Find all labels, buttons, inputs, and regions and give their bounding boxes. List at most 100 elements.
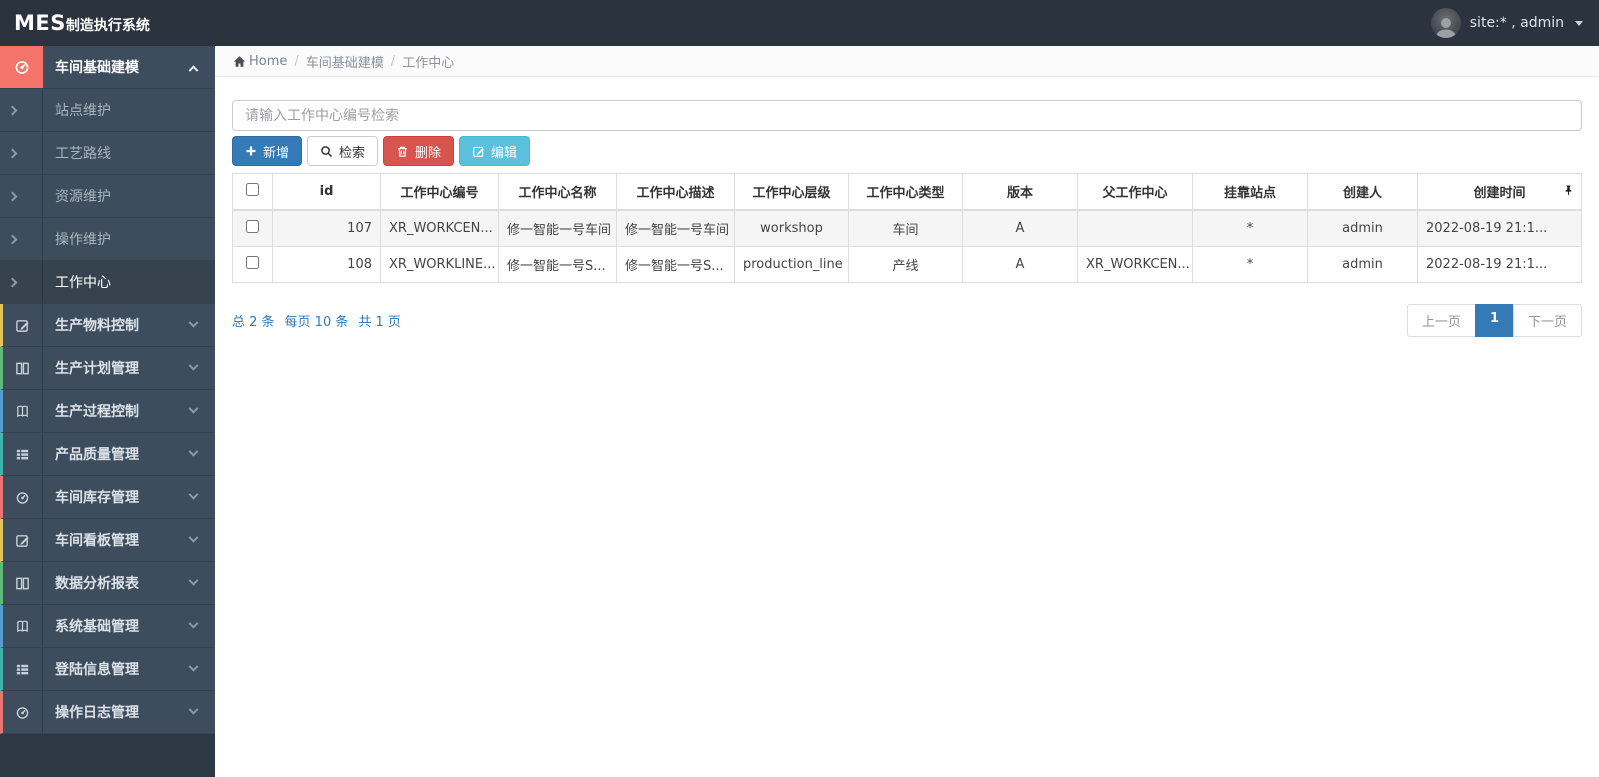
chevron-down-icon (188, 360, 199, 371)
brand-link[interactable]: MES 制造执行系统 (14, 11, 150, 35)
total-count: 总 2 条 (232, 315, 275, 330)
col-work-center-level[interactable]: 工作中心层级 (734, 173, 849, 211)
brand-bold: MES (14, 11, 66, 35)
brand-rest: 制造执行系统 (65, 18, 150, 34)
col-create-time[interactable]: 创建时间 (1417, 173, 1582, 211)
pin-icon[interactable] (1563, 184, 1574, 200)
sidebar-item-workshop-modeling[interactable]: 车间基础建模 (0, 46, 215, 89)
chevron-up-icon (188, 64, 199, 75)
page-1-button[interactable]: 1 (1474, 304, 1514, 337)
breadcrumb-current: 工作中心 (402, 55, 455, 71)
sidebar-item-workshop-inventory-management[interactable]: 车间库存管理 (0, 476, 215, 519)
sidebar-item-production-process-control[interactable]: 生产过程控制 (0, 390, 215, 433)
col-creator[interactable]: 创建人 (1307, 173, 1418, 211)
col-parent-work-center[interactable]: 父工作中心 (1077, 173, 1193, 211)
select-all-checkbox[interactable] (246, 183, 259, 196)
cell-create-time: 2022-08-19 21:1... (1417, 209, 1582, 247)
plus-icon (246, 146, 256, 156)
sidebar-item-system-basic-management[interactable]: 系统基础管理 (0, 605, 215, 648)
cell-version: A (962, 246, 1078, 283)
chevron-down-icon (188, 661, 199, 672)
sidebar-item-data-analysis-reports[interactable]: 数据分析报表 (0, 562, 215, 605)
cell-parent-work-center: XR_WORKCEN... (1077, 246, 1193, 283)
caret-down-icon (1575, 20, 1583, 26)
sidebar-item-product-quality-management[interactable]: 产品质量管理 (0, 433, 215, 476)
row-select-cell (232, 209, 273, 247)
cell-creator: admin (1307, 209, 1418, 247)
table-footer: 总 2 条 每页 10 条 共 1 页 上一页 1 下一页 (232, 304, 1582, 337)
sidebar-item-login-info-management[interactable]: 登陆信息管理 (0, 648, 215, 691)
chevron-right-icon (0, 89, 43, 131)
breadcrumb-section-link[interactable]: 车间基础建模 (306, 52, 384, 71)
sidebar-item-production-material-control[interactable]: 生产物料控制 (0, 304, 215, 347)
breadcrumb-home-link[interactable]: Home (233, 54, 287, 69)
chevron-right-icon (0, 261, 43, 303)
dashboard-icon (0, 46, 43, 88)
row-checkbox[interactable] (246, 220, 259, 233)
sidebar-item-operation-log-management[interactable]: 操作日志管理 (0, 691, 215, 734)
chevron-right-icon (0, 132, 43, 174)
col-attached-station[interactable]: 挂靠站点 (1192, 173, 1308, 211)
user-menu[interactable]: site:* , admin (1430, 8, 1583, 38)
edit-button[interactable]: 编辑 (459, 136, 531, 166)
sidebar-filler (0, 734, 215, 777)
col-work-center-desc[interactable]: 工作中心描述 (616, 173, 735, 211)
chevron-down-icon (188, 618, 199, 629)
row-checkbox[interactable] (246, 256, 259, 269)
chevron-right-icon (0, 175, 43, 217)
topbar: MES 制造执行系统 site:* , admin (0, 0, 1599, 46)
user-label: site:* , admin (1469, 15, 1564, 31)
table-header-row: id 工作中心编号 工作中心名称 工作中心描述 工作中心层级 工作中心类型 版本… (232, 173, 1582, 211)
col-work-center-type[interactable]: 工作中心类型 (848, 173, 963, 211)
dashboard-icon (3, 691, 43, 733)
cell-work-center-desc: 修一智能一号车间 (616, 209, 735, 247)
cell-work-center-type: 产线 (848, 246, 963, 283)
sidebar-item-station-maintenance[interactable]: 站点维护 (0, 89, 215, 132)
work-center-table: id 工作中心编号 工作中心名称 工作中心描述 工作中心层级 工作中心类型 版本… (232, 173, 1582, 283)
delete-button[interactable]: 删除 (383, 136, 455, 166)
book-icon (3, 390, 43, 432)
sidebar: 车间基础建模 站点维护 工艺路线 资源维护 操作维护 工作中心 生产物料控制 生… (0, 46, 215, 777)
sidebar-item-production-plan-management[interactable]: 生产计划管理 (0, 347, 215, 390)
chevron-down-icon (188, 489, 199, 500)
columns-icon (3, 347, 43, 389)
search-input[interactable] (232, 100, 1582, 131)
cell-work-center-name: 修一智能一号车间 (498, 209, 617, 247)
col-version[interactable]: 版本 (962, 173, 1078, 211)
col-work-center-code[interactable]: 工作中心编号 (380, 173, 499, 211)
cell-work-center-code: XR_WORKLINE... (380, 246, 499, 283)
add-button[interactable]: 新增 (232, 136, 303, 166)
breadcrumb-separator: / (390, 53, 396, 69)
main-area: Home / 车间基础建模 / 工作中心 新增 检索 删除 编辑 (215, 46, 1599, 777)
cell-parent-work-center (1077, 209, 1193, 247)
select-all-cell (232, 173, 273, 211)
cell-work-center-code: XR_WORKCEN... (380, 209, 499, 247)
next-page-button[interactable]: 下一页 (1512, 304, 1582, 337)
prev-page-button[interactable]: 上一页 (1406, 304, 1476, 337)
home-icon (233, 55, 246, 67)
sidebar-item-operation-maintenance[interactable]: 操作维护 (0, 218, 215, 261)
search-button[interactable]: 检索 (307, 136, 379, 166)
toolbar: 新增 检索 删除 编辑 (232, 136, 1582, 166)
breadcrumb: Home / 车间基础建模 / 工作中心 (215, 46, 1599, 77)
table-row: 107 XR_WORKCEN... 修一智能一号车间 修一智能一号车间 work… (232, 209, 1582, 247)
cell-id: 108 (272, 246, 381, 283)
cell-creator: admin (1307, 246, 1418, 283)
sidebar-item-workshop-kanban-management[interactable]: 车间看板管理 (0, 519, 215, 562)
sidebar-item-resource-maintenance[interactable]: 资源维护 (0, 175, 215, 218)
col-id[interactable]: id (272, 173, 381, 211)
chevron-down-icon (188, 317, 199, 328)
sidebar-item-work-center[interactable]: 工作中心 (0, 261, 215, 304)
col-work-center-name[interactable]: 工作中心名称 (498, 173, 617, 211)
page-count: 共 1 页 (358, 315, 401, 330)
edit-icon (473, 146, 484, 157)
cell-work-center-level: workshop (734, 209, 849, 247)
cell-work-center-desc: 修一智能一号S... (616, 246, 735, 283)
chevron-down-icon (188, 403, 199, 414)
cell-attached-station: * (1192, 209, 1308, 247)
cell-create-time: 2022-08-19 21:1... (1417, 246, 1582, 283)
avatar (1430, 8, 1461, 38)
cell-work-center-name: 修一智能一号S... (498, 246, 617, 283)
list-icon (3, 648, 43, 690)
sidebar-item-process-route[interactable]: 工艺路线 (0, 132, 215, 175)
